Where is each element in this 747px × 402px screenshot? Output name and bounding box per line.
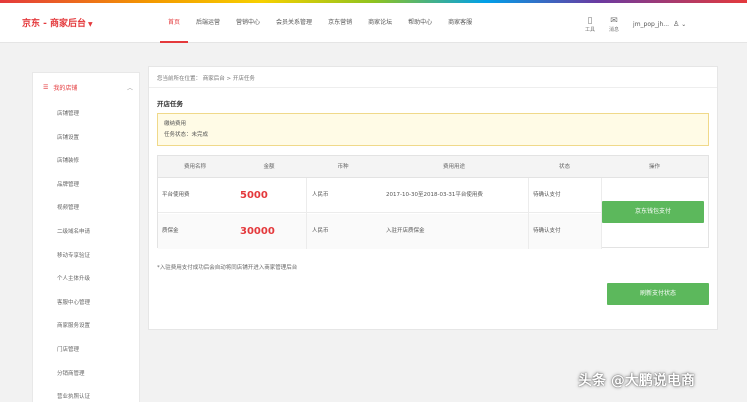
nav-member[interactable]: 会员关系管理 bbox=[268, 3, 320, 43]
nav-marketing[interactable]: 营销中心 bbox=[228, 3, 268, 43]
fee-name: 质保金 bbox=[162, 228, 179, 234]
fee-amount: 5000 bbox=[240, 190, 268, 201]
table-row: 质保金 30000 人民币 入驻开店质保金 待确认支付 bbox=[158, 214, 601, 249]
fee-name: 平台使用费 bbox=[162, 192, 190, 198]
chevron-down-icon: ▼ bbox=[88, 21, 93, 28]
task-status: 任务状态：未完成 bbox=[164, 132, 209, 138]
sidebar-item[interactable]: 移动专享验证 bbox=[57, 245, 90, 269]
column-divider bbox=[306, 178, 307, 249]
sidebar-item[interactable]: 客服中心管理 bbox=[57, 292, 90, 316]
col-status: 状态 bbox=[558, 164, 570, 170]
fee-status: 待确认支付 bbox=[533, 192, 561, 198]
fee-currency: 人民币 bbox=[312, 192, 329, 198]
mobile-icon: ▯ bbox=[587, 15, 593, 26]
sidebar-item[interactable]: 视频管理 bbox=[57, 197, 90, 221]
sidebar-list: 店铺管理 店铺设置 店铺装修 品牌管理 视频管理 二级域名申请 移动专享验证 个… bbox=[57, 103, 90, 402]
breadcrumb: 您当前所在位置： 商家后台 > 开店任务 bbox=[157, 76, 255, 82]
messages-button[interactable]: ✉ 消息 bbox=[609, 16, 619, 33]
nav-jd-marketing[interactable]: 京东营销 bbox=[320, 3, 360, 43]
messages-label: 消息 bbox=[609, 26, 620, 33]
col-currency: 币种 bbox=[337, 164, 349, 170]
nav-forum[interactable]: 商家论坛 bbox=[360, 3, 400, 43]
fee-usage: 入驻开店质保金 bbox=[386, 228, 425, 234]
fee-usage: 2017-10-30至2018-03-31平台使用费 bbox=[386, 192, 483, 198]
sidebar-item[interactable]: 个人主体升级 bbox=[57, 268, 90, 292]
main-panel: 您当前所在位置： 商家后台 > 开店任务 开店任务 缴纳费用 任务状态：未完成 … bbox=[148, 66, 718, 330]
fee-amount: 30000 bbox=[240, 226, 275, 237]
brand-logo[interactable]: 京东 - 商家后台 ▼ bbox=[22, 16, 93, 29]
nav-home[interactable]: 首页 bbox=[160, 3, 189, 43]
message-icon: ✉ bbox=[610, 15, 618, 26]
username: jm_pop_jh... bbox=[633, 21, 670, 28]
jd-wallet-pay-button[interactable]: 京东钱包支付 bbox=[602, 201, 704, 223]
sidebar-item[interactable]: 门店管理 bbox=[57, 339, 90, 363]
task-notice: 缴纳费用 任务状态：未完成 bbox=[157, 113, 709, 146]
top-header: 京东 - 商家后台 ▼ 首页 后端运营 营销中心 会员关系管理 京东营销 商家论坛… bbox=[0, 3, 747, 43]
tools-button[interactable]: ▯ 工具 bbox=[585, 16, 595, 33]
fee-status: 待确认支付 bbox=[533, 228, 561, 234]
nav-help[interactable]: 帮助中心 bbox=[400, 3, 440, 43]
payment-footnote: *入驻费用支付成功后会自动将同店铺开进入商家管理后台 bbox=[157, 265, 298, 271]
chevron-up-icon: ︿ bbox=[126, 85, 133, 92]
sidebar-item[interactable]: 店铺设置 bbox=[57, 127, 90, 151]
col-usage: 费用用途 bbox=[442, 164, 465, 170]
watermark: 头条 @大鹏说电商 bbox=[578, 373, 695, 389]
divider bbox=[149, 87, 717, 88]
tools-label: 工具 bbox=[585, 26, 596, 33]
sidebar-item[interactable]: 店铺装修 bbox=[57, 150, 90, 174]
nav-service[interactable]: 商家客服 bbox=[440, 3, 480, 43]
shop-icon: ☰ bbox=[43, 84, 49, 91]
main-nav: 首页 后端运营 营销中心 会员关系管理 京东营销 商家论坛 帮助中心 商家客服 bbox=[160, 3, 480, 43]
sidebar-item[interactable]: 营业执照认证 bbox=[57, 386, 90, 402]
sidebar-section-my-shop[interactable]: ☰ 我的店铺 ︿ bbox=[43, 83, 133, 92]
sidebar-title: 我的店铺 bbox=[53, 85, 78, 92]
refresh-payment-status-button[interactable]: 刷新支付状态 bbox=[607, 283, 709, 305]
user-menu[interactable]: jm_pop_jh... ♙ ⌄ bbox=[633, 20, 686, 28]
col-action: 操作 bbox=[648, 164, 660, 170]
fee-currency: 人民币 bbox=[312, 228, 329, 234]
notice-title: 缴纳费用 bbox=[164, 121, 187, 127]
brand-logo-text: 京东 - 商家后台 bbox=[22, 19, 87, 29]
fee-table: 费用名称 金额 币种 费用用途 状态 操作 平台使用费 5000 人民币 201… bbox=[157, 155, 709, 249]
sidebar-item[interactable]: 分销商管理 bbox=[57, 363, 90, 387]
col-amount: 金额 bbox=[263, 164, 275, 170]
table-header: 费用名称 金额 币种 费用用途 状态 操作 bbox=[158, 156, 708, 178]
table-row: 平台使用费 5000 人民币 2017-10-30至2018-03-31平台使用… bbox=[158, 178, 601, 213]
header-tools: ▯ 工具 ✉ 消息 jm_pop_jh... ♙ ⌄ bbox=[585, 11, 686, 37]
user-icon: ♙ bbox=[673, 20, 680, 28]
sidebar-item[interactable]: 品牌管理 bbox=[57, 174, 90, 198]
col-fee-name: 费用名称 bbox=[183, 164, 206, 170]
nav-operations[interactable]: 后端运营 bbox=[188, 3, 228, 43]
sidebar-item[interactable]: 二级域名申请 bbox=[57, 221, 90, 245]
column-divider bbox=[528, 178, 529, 249]
chevron-down-icon: ⌄ bbox=[681, 21, 687, 28]
sidebar-item[interactable]: 商家服务设置 bbox=[57, 315, 90, 339]
page-title: 开店任务 bbox=[157, 100, 183, 108]
sidebar: ☰ 我的店铺 ︿ 店铺管理 店铺设置 店铺装修 品牌管理 视频管理 二级域名申请… bbox=[32, 72, 140, 402]
sidebar-item[interactable]: 店铺管理 bbox=[57, 103, 90, 127]
